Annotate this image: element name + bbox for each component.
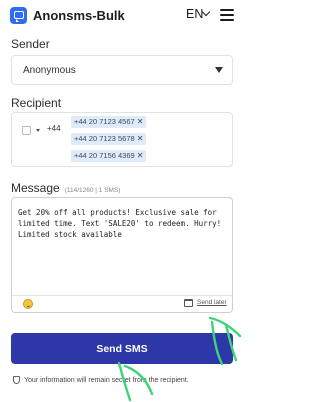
country-code[interactable]: +44 xyxy=(47,124,61,133)
send-later-link[interactable]: Send later xyxy=(197,299,227,306)
privacy-note: Your information will remain secret from… xyxy=(13,376,189,384)
recipient-chip: +44 20 7123 4567 ✕ xyxy=(71,116,147,128)
privacy-note-text: Your information will remain secret from… xyxy=(24,376,189,384)
shield-icon xyxy=(13,376,20,384)
sender-select[interactable]: Anonymous xyxy=(11,55,233,85)
sender-value: Anonymous xyxy=(23,64,76,76)
message-toolbar: Send later xyxy=(12,295,232,312)
caret-down-icon xyxy=(215,67,223,73)
message-textarea[interactable]: Get 20% off all products! Exclusive sale… xyxy=(11,197,233,313)
emoji-icon[interactable] xyxy=(23,299,33,309)
country-dropdown-caret-icon[interactable] xyxy=(36,129,40,132)
message-label: Message xyxy=(11,181,60,195)
chat-bubble-icon[interactable] xyxy=(10,6,27,24)
recipient-label: Recipient xyxy=(11,96,62,110)
language-selector[interactable]: EN xyxy=(186,7,203,21)
message-text[interactable]: Get 20% off all products! Exclusive sale… xyxy=(18,207,230,240)
remove-recipient-icon[interactable]: ✕ xyxy=(137,151,144,160)
calendar-icon[interactable] xyxy=(184,299,193,307)
select-all-checkbox[interactable] xyxy=(22,126,31,135)
remove-recipient-icon[interactable]: ✕ xyxy=(137,134,144,143)
send-sms-button[interactable]: Send SMS xyxy=(11,333,233,364)
brand-name[interactable]: Anonsms-Bulk xyxy=(33,8,125,23)
message-counter: (114/1260 | 1 SMS) xyxy=(64,187,121,194)
remove-recipient-icon[interactable]: ✕ xyxy=(137,117,144,126)
message-label-row: Message (114/1260 | 1 SMS) xyxy=(11,181,120,195)
sender-label: Sender xyxy=(11,37,50,51)
recipient-chip: +44 20 7123 5678 ✕ xyxy=(71,133,147,145)
app-header: Anonsms-Bulk xyxy=(0,0,246,30)
recipient-field[interactable]: +44 +44 20 7123 4567 ✕ +44 20 7123 5678 ✕ … xyxy=(11,112,233,167)
recipient-chip: +44 20 7156 4369 ✕ xyxy=(71,150,147,162)
hamburger-menu-icon[interactable] xyxy=(220,9,234,24)
